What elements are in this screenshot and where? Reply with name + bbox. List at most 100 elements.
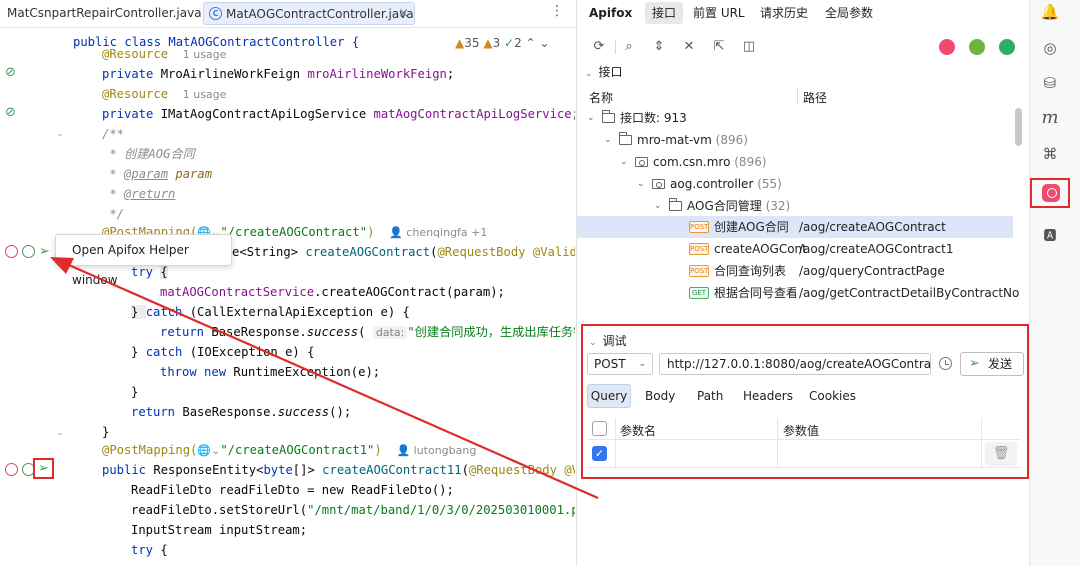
chevron-down-icon[interactable]: ⌄ [539, 36, 549, 50]
section-title: 接口 [598, 65, 623, 79]
row-checkbox[interactable]: ✓ [592, 446, 607, 461]
chevron-up-icon[interactable]: ⌃ [526, 36, 536, 50]
ai-chat-icon[interactable]: ◎ [1040, 38, 1060, 58]
translate-icon[interactable]: 🅰 [1040, 227, 1060, 247]
apifox-logo-icon[interactable] [939, 39, 955, 55]
tab-body[interactable]: Body [645, 384, 675, 408]
author-icon: 👤 [396, 444, 414, 457]
endpoint-row[interactable]: POST createAOGCont /aog/createAOGContrac… [577, 238, 1013, 260]
collapse-all-icon[interactable]: ✕ [679, 36, 699, 58]
tree-item-module[interactable]: ⌄ mro-mat-vm (896) [577, 129, 1013, 151]
search-icon[interactable]: ⌕ [619, 36, 639, 58]
split-view-icon[interactable]: ◫ [739, 36, 759, 58]
bug-icon[interactable] [969, 39, 985, 55]
send-button[interactable]: ➢ 发送 [960, 352, 1024, 376]
tree-label: mro-mat-vm [637, 133, 712, 147]
endpoint-path: /aog/createAOGContract [799, 220, 946, 234]
tree-header: 名称 路径 [577, 86, 1013, 106]
tree-label: AOG合同管理 [687, 199, 762, 213]
module-folder-icon [619, 132, 632, 145]
code-line: * 创建AOG合同 [102, 147, 195, 161]
trash-icon[interactable]: 🗑 [985, 442, 1017, 466]
no-bean-icon: ⊘ [5, 105, 16, 120]
database-icon[interactable]: ⛁ [1040, 73, 1060, 93]
warning-icon: ▲ [455, 36, 465, 50]
package-icon [635, 157, 648, 167]
endpoint-row[interactable]: GET 根据合同号查看详 /aog/getContractDetailByCon… [577, 282, 1019, 304]
folder-icon [602, 110, 615, 123]
close-icon[interactable]: × [398, 3, 409, 25]
endpoint-name: 根据合同号查看详 [714, 286, 796, 300]
spring-gutter-icon[interactable] [22, 245, 35, 258]
code-line: public ResponseEntity<byte[]> createAOGC… [102, 463, 575, 477]
api-section-header[interactable]: ⌄ 接口 [585, 63, 623, 80]
tab-matcsnpartrepaircontroller[interactable]: MatCsnpartRepairController.java [7, 2, 202, 25]
tab-history[interactable]: 请求历史 [760, 2, 808, 24]
right-tool-strip: 🔔 ◎ ⛁ m ⌘ 🅰 [1029, 0, 1080, 566]
column-divider[interactable] [797, 88, 798, 104]
method-badge: POST [689, 221, 709, 233]
clock-icon[interactable] [939, 357, 952, 370]
locate-icon[interactable]: ⇱ [709, 36, 729, 58]
tab-pre-url[interactable]: 前置 URL [693, 2, 745, 24]
param-row[interactable]: ✓ [587, 440, 1021, 468]
tab-path[interactable]: Path [697, 384, 723, 408]
apifox-gutter-icon[interactable] [5, 463, 18, 476]
code-line: /** [102, 127, 125, 141]
tab-query[interactable]: Query [587, 384, 631, 408]
fold-icon[interactable]: ⌄ [56, 129, 64, 139]
endpoint-row[interactable]: POST 合同查询列表 /aog/queryContractPage [577, 260, 1013, 282]
inspection-widget[interactable]: ▲35 ▲3 ✓2 ⌃ ⌄ [455, 36, 550, 50]
python-icon[interactable]: ⌘ [1040, 144, 1060, 164]
maven-icon[interactable]: m [1040, 108, 1060, 128]
code-line: * @return [102, 187, 176, 201]
method-value: POST [594, 357, 626, 371]
apifox-title: Apifox [589, 6, 633, 20]
expand-all-icon[interactable]: ⇕ [649, 36, 669, 58]
params-header: 参数名 参数值 [587, 418, 1021, 440]
code-line: ReadFileDto readFileDto = new ReadFileDt… [131, 483, 454, 497]
wechat-icon[interactable] [999, 39, 1015, 55]
tab-global-params[interactable]: 全局参数 [825, 2, 873, 24]
tree-count: (896) [734, 155, 767, 169]
code-line: } catch (IOException e) { [131, 345, 315, 359]
debug-section-header[interactable]: ⌄ 调试 [589, 332, 627, 349]
apifox-gutter-icon[interactable] [5, 245, 18, 258]
tree-label: aog.controller [670, 177, 754, 191]
tree-item-group[interactable]: ⌄ AOG合同管理 (32) [577, 195, 1013, 217]
tree-item-package[interactable]: ⌄ com.csn.mro (896) [577, 151, 1013, 173]
chevron-down-icon: ⌄ [654, 201, 662, 211]
check-icon: ✓ [504, 36, 515, 50]
code-editor[interactable]: MatCsnpartRepairController.java C MatAOG… [0, 0, 575, 566]
debug-panel: ⌄ 调试 POST ⌄ http://127.0.0.1:8080/aog/crea… [581, 324, 1029, 479]
select-all-checkbox[interactable] [592, 421, 607, 436]
endpoint-path: /aog/createAOGContract1 [799, 242, 954, 256]
send-request-icon[interactable]: ➢ [39, 245, 52, 258]
url-input[interactable]: http://127.0.0.1:8080/aog/createAOGContr… [659, 353, 931, 375]
code-line: */ [102, 207, 125, 221]
more-vertical-icon[interactable]: ⋮ [550, 3, 564, 19]
apifox-toolbar: ⟳ ⌕ ⇕ ✕ ⇱ ◫ [577, 36, 1030, 58]
chevron-down-icon: ⌄ [604, 135, 612, 145]
chevron-down-icon: ⌄ [637, 179, 645, 189]
tree-scrollbar[interactable] [1015, 108, 1022, 146]
refresh-icon[interactable]: ⟳ [589, 36, 609, 58]
apifox-sidebar-button[interactable] [1030, 178, 1070, 208]
tree-item-root[interactable]: ⌄ 接口数: 913 [577, 107, 1013, 129]
tab-api[interactable]: 接口 [645, 2, 684, 24]
column-path: 路径 [803, 91, 828, 105]
code-line: private MroAirlineWorkFeign mroAirlineWo… [102, 67, 455, 81]
fold-icon[interactable]: ⌄ [56, 428, 64, 438]
tree-item-controller[interactable]: ⌄ aog.controller (55) [577, 173, 1013, 195]
method-select[interactable]: POST ⌄ [587, 353, 653, 375]
endpoint-row[interactable]: POST 创建AOG合同 /aog/createAOGContract [577, 216, 1013, 238]
tab-mataogcontractcontroller[interactable]: C MatAOGContractController.java × [203, 2, 415, 25]
folder-icon [669, 198, 682, 211]
weak-warning-icon: ▲ [483, 36, 493, 50]
tab-cookies[interactable]: Cookies [809, 384, 856, 408]
tree-count: (32) [765, 199, 791, 213]
notifications-icon[interactable]: 🔔 [1040, 2, 1060, 22]
send-icon: ➢ [969, 356, 980, 371]
tab-headers[interactable]: Headers [743, 384, 793, 408]
package-icon [652, 179, 665, 189]
